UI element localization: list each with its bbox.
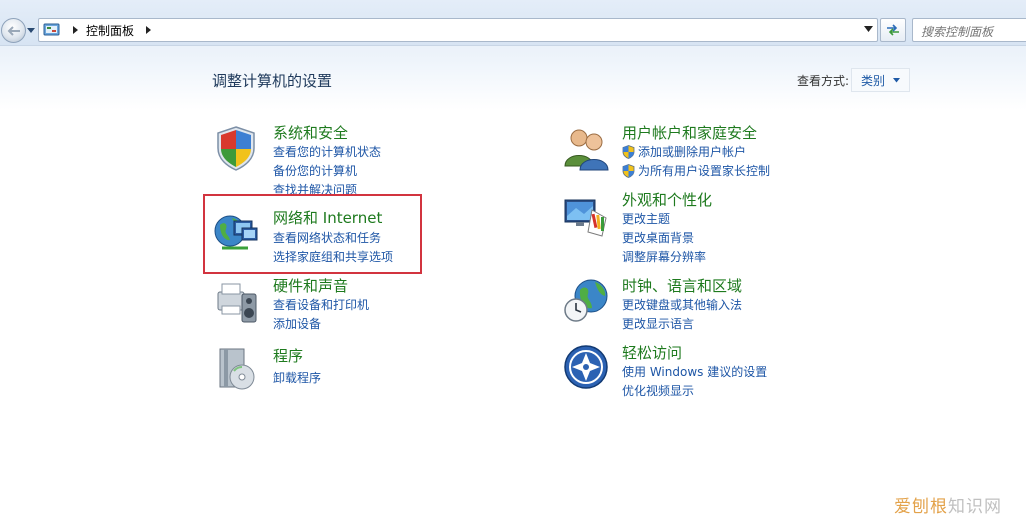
- link-text: 添加或删除用户帐户: [638, 145, 747, 159]
- uac-shield-icon: [622, 144, 635, 159]
- printer-speaker-icon: [217, 283, 257, 323]
- watermark-brand: 爱刨根: [894, 497, 948, 517]
- link-optimize-display[interactable]: 优化视频显示: [622, 382, 694, 399]
- page-title: 调整计算机的设置: [212, 72, 333, 90]
- chevron-right-icon[interactable]: [70, 25, 80, 35]
- link-devices-printers[interactable]: 查看设备和打印机: [273, 296, 369, 313]
- watermark: 爱刨根知识网: [894, 492, 1002, 517]
- view-by-select[interactable]: 类别: [851, 68, 910, 92]
- uac-shield-icon: [622, 163, 635, 178]
- address-dropdown-icon[interactable]: [864, 26, 873, 33]
- refresh-button[interactable]: [880, 18, 906, 42]
- highlight-annotation: [203, 194, 422, 274]
- refresh-icon: [887, 24, 899, 36]
- breadcrumb-control-panel[interactable]: 控制面板: [86, 22, 134, 39]
- link-screen-resolution[interactable]: 调整屏幕分辨率: [622, 248, 706, 265]
- users-icon: [564, 129, 609, 171]
- back-button[interactable]: [1, 18, 26, 43]
- chevron-right-icon[interactable]: [143, 25, 153, 35]
- category-title[interactable]: 时钟、语言和区域: [622, 275, 742, 296]
- chevron-down-icon: [893, 77, 901, 82]
- view-by-value: 类别: [861, 73, 886, 88]
- recent-pages-dropdown-icon[interactable]: [27, 28, 35, 34]
- category-title[interactable]: 外观和个性化: [622, 189, 712, 210]
- control-panel-icon: [43, 22, 61, 38]
- category-title[interactable]: 用户帐户和家庭安全: [622, 122, 757, 143]
- search-input[interactable]: [912, 18, 1026, 42]
- link-view-computer-status[interactable]: 查看您的计算机状态: [273, 143, 381, 160]
- programs-disc-icon: [219, 348, 255, 390]
- address-bar: 控制面板: [0, 0, 1026, 46]
- monitor-palette-icon: [564, 199, 607, 237]
- category-title[interactable]: 轻松访问: [622, 342, 682, 363]
- link-parental-controls[interactable]: 为所有用户设置家长控制: [622, 162, 770, 179]
- back-arrow-icon: [7, 25, 20, 36]
- link-add-device[interactable]: 添加设备: [273, 315, 321, 332]
- security-shield-icon: [217, 126, 255, 171]
- link-recommended-settings[interactable]: 使用 Windows 建议的设置: [622, 363, 767, 380]
- watermark-suffix: 知识网: [948, 497, 1002, 517]
- link-backup-computer[interactable]: 备份您的计算机: [273, 162, 357, 179]
- link-text: 为所有用户设置家长控制: [638, 164, 771, 178]
- link-uninstall-program[interactable]: 卸载程序: [273, 369, 321, 386]
- clock-globe-icon: [564, 279, 608, 322]
- address-path[interactable]: 控制面板: [38, 18, 878, 42]
- link-add-remove-accounts[interactable]: 添加或删除用户帐户: [622, 143, 746, 160]
- category-title[interactable]: 系统和安全: [273, 122, 348, 143]
- category-title[interactable]: 硬件和声音: [273, 275, 348, 296]
- link-change-display-language[interactable]: 更改显示语言: [622, 315, 694, 332]
- category-title[interactable]: 程序: [273, 345, 303, 366]
- link-change-background[interactable]: 更改桌面背景: [622, 229, 694, 246]
- view-by-label: 查看方式:: [797, 74, 850, 88]
- link-change-keyboard[interactable]: 更改键盘或其他输入法: [622, 296, 742, 313]
- link-change-theme[interactable]: 更改主题: [622, 210, 670, 227]
- ease-of-access-icon: [564, 345, 608, 389]
